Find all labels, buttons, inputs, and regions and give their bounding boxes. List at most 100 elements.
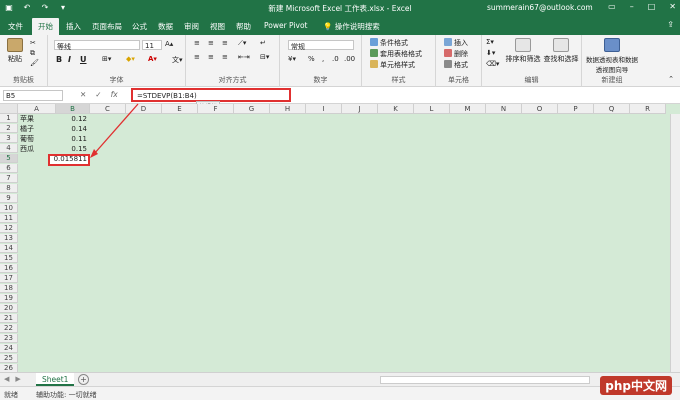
decrease-decimal-icon[interactable]: .00 <box>344 55 355 63</box>
tab-review[interactable]: 审阅 <box>184 21 199 32</box>
italic-button[interactable]: I <box>68 55 71 64</box>
comma-icon[interactable]: , <box>322 55 324 63</box>
tab-view[interactable]: 视图 <box>210 21 225 32</box>
currency-icon[interactable]: ¥▾ <box>288 55 296 63</box>
row-header-7[interactable]: 7 <box>0 174 18 183</box>
fill-color-icon[interactable]: ◆▾ <box>126 55 135 63</box>
row-header-22[interactable]: 22 <box>0 324 18 333</box>
ribbon-display-icon[interactable]: ▭ <box>608 2 616 11</box>
column-header-j[interactable]: J <box>342 104 378 114</box>
paste-button[interactable]: 粘贴 <box>5 38 25 64</box>
formula-input[interactable]: =STDEVP(B1:B4) <box>131 88 291 102</box>
format-painter-icon[interactable]: 🖌 <box>30 59 39 67</box>
cell-styles-button[interactable]: 单元格样式 <box>370 60 415 70</box>
format-cells-button[interactable]: 格式 <box>444 60 468 70</box>
column-header-b[interactable]: B <box>56 104 90 114</box>
collapse-ribbon-icon[interactable]: ⌃ <box>668 75 674 83</box>
font-size-select[interactable]: 11 <box>142 40 162 50</box>
row-header-24[interactable]: 24 <box>0 344 18 353</box>
row-header-18[interactable]: 18 <box>0 284 18 293</box>
row-header-26[interactable]: 26 <box>0 364 18 372</box>
top-align-icon[interactable]: ≡ <box>194 39 200 47</box>
accessibility-status[interactable]: 辅助功能: 一切就绪 <box>36 390 97 400</box>
row-header-4[interactable]: 4 <box>0 144 18 153</box>
row-header-3[interactable]: 3 <box>0 134 18 143</box>
row-header-8[interactable]: 8 <box>0 184 18 193</box>
tab-power-pivot[interactable]: Power Pivot <box>264 21 307 30</box>
tab-file[interactable]: 文件 <box>8 21 23 32</box>
account-name[interactable]: summerain67@outlook.com <box>487 3 593 12</box>
enter-icon[interactable]: ✓ <box>95 90 101 99</box>
conditional-format-button[interactable]: 条件格式 <box>370 38 408 48</box>
cell-a2[interactable]: 橘子 <box>18 125 56 134</box>
bottom-align-icon[interactable]: ≡ <box>222 39 228 47</box>
row-header-1[interactable]: 1 <box>0 114 18 123</box>
tab-insert[interactable]: 插入 <box>66 21 81 32</box>
row-header-15[interactable]: 15 <box>0 254 18 263</box>
row-header-9[interactable]: 9 <box>0 194 18 203</box>
row-header-10[interactable]: 10 <box>0 204 18 213</box>
cut-icon[interactable]: ✂ <box>30 39 36 47</box>
horizontal-scrollbar[interactable] <box>380 376 590 384</box>
column-header-m[interactable]: M <box>450 104 486 114</box>
insert-cells-button[interactable]: 插入 <box>444 38 468 48</box>
cell-a3[interactable]: 葡萄 <box>18 135 56 144</box>
find-select-button[interactable]: 查找和选择 <box>542 38 580 64</box>
row-header-21[interactable]: 21 <box>0 314 18 323</box>
cell-b1[interactable]: 0.12 <box>56 115 90 124</box>
wrap-text-icon[interactable]: ↵ <box>260 39 266 47</box>
cell-b4[interactable]: 0.15 <box>56 145 90 154</box>
font-color-icon[interactable]: A▾ <box>148 55 157 63</box>
row-header-5[interactable]: 5 <box>0 154 18 163</box>
name-box[interactable]: B5 <box>3 90 63 101</box>
column-header-c[interactable]: C <box>90 104 126 114</box>
vertical-scrollbar[interactable] <box>670 114 680 372</box>
column-header-f[interactable]: F <box>198 104 234 114</box>
percent-icon[interactable]: % <box>308 55 315 63</box>
pivot-wizard-button[interactable]: 数据透视表和数据透视图向导 <box>583 38 641 74</box>
share-icon[interactable]: ⇪ <box>667 20 674 29</box>
add-sheet-icon[interactable]: + <box>78 374 89 385</box>
delete-cells-button[interactable]: 删除 <box>444 49 468 59</box>
row-header-19[interactable]: 19 <box>0 294 18 303</box>
cell-b3[interactable]: 0.11 <box>56 135 90 144</box>
tab-help[interactable]: 帮助 <box>236 21 251 32</box>
row-header-14[interactable]: 14 <box>0 244 18 253</box>
phonetic-icon[interactable]: 文▾ <box>172 55 183 65</box>
grow-font-icon[interactable]: A▴ <box>165 40 173 48</box>
underline-button[interactable]: U <box>80 55 87 64</box>
cancel-icon[interactable]: ✕ <box>80 90 86 99</box>
column-header-d[interactable]: D <box>126 104 162 114</box>
column-header-k[interactable]: K <box>378 104 414 114</box>
column-header-e[interactable]: E <box>162 104 198 114</box>
indent-icon[interactable]: ⇤⇥ <box>238 53 250 61</box>
copy-icon[interactable]: ⧉ <box>30 49 35 58</box>
close-icon[interactable]: ✕ <box>669 2 676 11</box>
align-center-icon[interactable]: ≡ <box>208 53 214 61</box>
column-header-a[interactable]: A <box>18 104 56 114</box>
row-header-13[interactable]: 13 <box>0 234 18 243</box>
autosum-icon[interactable]: Σ▾ <box>486 38 494 46</box>
column-header-q[interactable]: Q <box>594 104 630 114</box>
minimize-icon[interactable]: – <box>630 2 634 11</box>
middle-align-icon[interactable]: ≡ <box>208 39 214 47</box>
cell-b2[interactable]: 0.14 <box>56 125 90 134</box>
row-header-12[interactable]: 12 <box>0 224 18 233</box>
sheet-tab-sheet1[interactable]: Sheet1 <box>36 373 75 386</box>
column-header-p[interactable]: P <box>558 104 594 114</box>
font-family-select[interactable]: 等线 <box>54 40 140 51</box>
tell-me-search[interactable]: 💡 操作说明搜索 <box>323 21 380 32</box>
number-format-select[interactable]: 常规 <box>288 40 354 51</box>
bold-button[interactable]: B <box>56 55 62 64</box>
row-header-23[interactable]: 23 <box>0 334 18 343</box>
cell-a4[interactable]: 西瓜 <box>18 145 56 154</box>
align-right-icon[interactable]: ≡ <box>222 53 228 61</box>
row-header-20[interactable]: 20 <box>0 304 18 313</box>
row-header-16[interactable]: 16 <box>0 264 18 273</box>
orientation-icon[interactable]: ⟋▾ <box>238 39 246 48</box>
row-header-17[interactable]: 17 <box>0 274 18 283</box>
tab-formulas[interactable]: 公式 <box>132 21 147 32</box>
fill-icon[interactable]: ⬇▾ <box>486 49 495 57</box>
select-all-corner[interactable] <box>0 104 18 114</box>
column-header-i[interactable]: I <box>306 104 342 114</box>
